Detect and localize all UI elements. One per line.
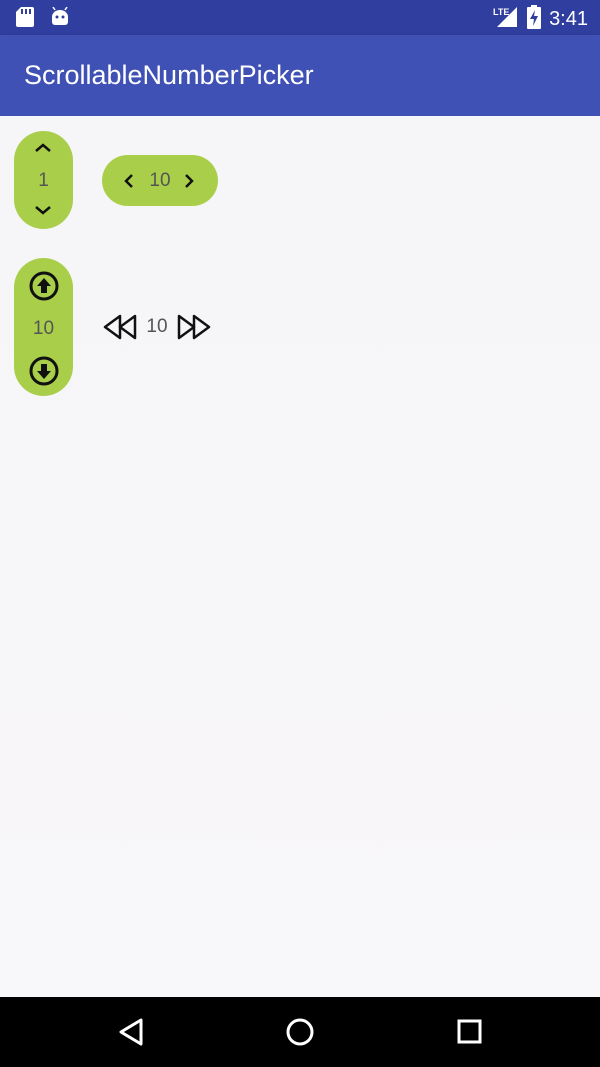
sd-card-icon bbox=[16, 7, 34, 32]
chevron-up-icon[interactable] bbox=[33, 141, 53, 160]
horizontal-number-picker: 10 bbox=[102, 155, 218, 206]
back-icon[interactable] bbox=[113, 1014, 149, 1050]
content-area: 1 10 10 10 bbox=[0, 116, 600, 997]
network-type-label: LTE bbox=[493, 7, 509, 17]
app-title: ScrollableNumberPicker bbox=[24, 60, 314, 90]
vertical-circle-number-picker: 10 bbox=[14, 258, 73, 396]
recents-icon[interactable] bbox=[451, 1014, 487, 1050]
notification-icons bbox=[16, 6, 70, 32]
system-icons: LTE 3:41 bbox=[493, 5, 588, 34]
horizontal-plain-number-picker: 10 bbox=[102, 310, 218, 346]
navigation-bar bbox=[0, 997, 600, 1067]
vertical-number-picker: 1 bbox=[14, 131, 73, 229]
picker-value: 10 bbox=[32, 318, 55, 339]
chevron-left-icon[interactable] bbox=[122, 172, 136, 195]
picker-value: 10 bbox=[149, 170, 171, 191]
rewind-icon[interactable] bbox=[102, 312, 138, 347]
picker-value: 1 bbox=[38, 170, 49, 191]
arrow-circle-up-icon[interactable] bbox=[28, 270, 60, 307]
home-icon[interactable] bbox=[282, 1014, 318, 1050]
signal-icon: LTE bbox=[493, 5, 519, 34]
fast-forward-icon[interactable] bbox=[176, 312, 212, 347]
arrow-circle-down-icon[interactable] bbox=[28, 355, 60, 392]
battery-charging-icon bbox=[527, 5, 542, 34]
status-bar: LTE 3:41 bbox=[0, 0, 600, 35]
android-icon bbox=[50, 6, 70, 32]
clock: 3:41 bbox=[549, 8, 588, 30]
picker-value: 10 bbox=[146, 316, 168, 337]
chevron-right-icon[interactable] bbox=[182, 172, 196, 195]
app-bar: ScrollableNumberPicker bbox=[0, 35, 600, 116]
chevron-down-icon[interactable] bbox=[33, 203, 53, 222]
